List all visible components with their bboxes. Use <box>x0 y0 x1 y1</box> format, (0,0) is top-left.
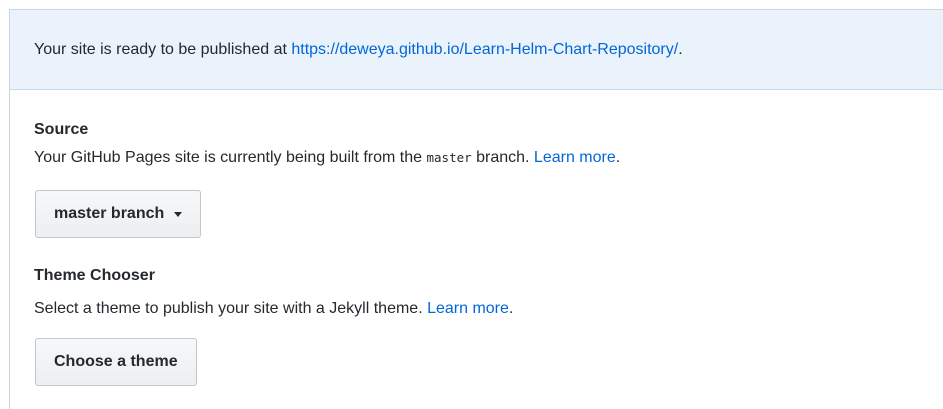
theme-learn-more-link[interactable]: Learn more <box>427 300 509 317</box>
source-description: Your GitHub Pages site is currently bein… <box>34 148 620 168</box>
choose-theme-label: Choose a theme <box>54 353 178 370</box>
source-learn-more-link[interactable]: Learn more <box>534 149 616 166</box>
source-heading: Source <box>34 121 89 138</box>
source-desc-prefix: Your GitHub Pages site is currently bein… <box>34 149 427 166</box>
publish-status-prefix: Your site is ready to be published at <box>34 41 292 58</box>
github-pages-panel: Your site is ready to be published at ht… <box>9 9 943 409</box>
source-desc-suffix: . <box>615 149 621 166</box>
choose-theme-button[interactable]: Choose a theme <box>35 338 197 386</box>
publish-status-text: Your site is ready to be published at ht… <box>34 40 683 60</box>
theme-desc-prefix: Select a theme to publish your site with… <box>34 300 428 317</box>
source-branch-dropdown-button[interactable]: master branch <box>35 190 202 238</box>
theme-chooser-description: Select a theme to publish your site with… <box>34 299 513 319</box>
branch-code: master <box>426 150 472 165</box>
source-desc-middle: branch. <box>471 149 534 166</box>
publish-status-banner: Your site is ready to be published at ht… <box>10 10 943 90</box>
publish-status-suffix: . <box>678 41 683 58</box>
theme-chooser-heading: Theme Chooser <box>34 267 155 284</box>
theme-desc-suffix: . <box>508 300 514 317</box>
published-site-link[interactable]: https://deweya.github.io/Learn-Helm-Char… <box>291 41 678 58</box>
source-branch-label: master branch <box>54 205 165 222</box>
caret-down-icon <box>174 211 183 217</box>
